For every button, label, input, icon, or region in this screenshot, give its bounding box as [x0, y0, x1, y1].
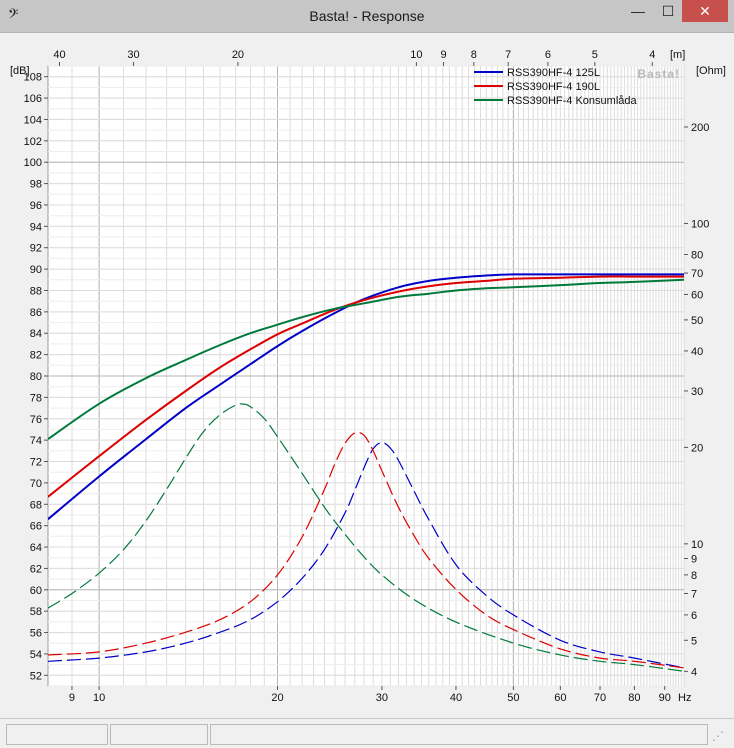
y-left-tick-label: 54: [30, 649, 42, 661]
x-top-tick-label: 7: [505, 49, 511, 61]
x-bottom-tick-label: 10: [93, 692, 105, 704]
minimize-button[interactable]: —: [624, 0, 652, 22]
y-left-tick-label: 80: [30, 371, 42, 383]
y-left-tick-label: 84: [30, 328, 42, 340]
y-right-tick-label: 4: [691, 666, 697, 678]
x-bottom-tick-label: 9: [69, 692, 75, 704]
y-left-tick-label: 58: [30, 606, 42, 618]
status-cell-1: [6, 724, 108, 745]
x-bottom-tick-label: 50: [507, 692, 519, 704]
y-right-tick-label: 7: [691, 588, 697, 600]
status-bar: ⋰: [0, 718, 734, 748]
x-bottom-tick-label: 40: [450, 692, 462, 704]
x-bottom-tick-label: 60: [554, 692, 566, 704]
x-top-axis-label: [m]: [670, 49, 685, 61]
legend-entry: RSS390HF-4 190L: [507, 81, 600, 93]
y-right-tick-label: 9: [691, 553, 697, 565]
y-left-tick-label: 66: [30, 521, 42, 533]
y-left-tick-label: 56: [30, 628, 42, 640]
y-right-tick-label: 8: [691, 570, 697, 582]
x-top-tick-label: 40: [53, 49, 65, 61]
y-right-tick-label: 5: [691, 635, 697, 647]
y-right-tick-label: 10: [691, 539, 703, 551]
app-window: 𝄢 Basta! - Response — ☐ ✕ 52 54 56 58 60 62 64…: [0, 0, 734, 748]
y-right-tick-label: 60: [691, 290, 703, 302]
y-left-tick-label: 106: [24, 93, 42, 105]
x-bottom-tick-label: 20: [271, 692, 283, 704]
maximize-button[interactable]: ☐: [654, 0, 682, 22]
close-button[interactable]: ✕: [682, 0, 728, 22]
x-top-tick-label: 8: [471, 49, 477, 61]
y-left-tick-label: 68: [30, 499, 42, 511]
y-right-tick-label: 200: [691, 122, 709, 134]
y-left-tick-label: 94: [30, 221, 42, 233]
y-left-axis-label: [dB]: [10, 65, 30, 77]
x-top-tick-label: 20: [232, 49, 244, 61]
title-bar[interactable]: 𝄢 Basta! - Response — ☐ ✕: [0, 0, 734, 33]
y-left-tick-label: 88: [30, 285, 42, 297]
y-left-tick-label: 90: [30, 264, 42, 276]
x-bottom-tick-label: 30: [376, 692, 388, 704]
legend-entry: RSS390HF-4 125L: [507, 67, 600, 79]
y-right-tick-label: 6: [691, 610, 697, 622]
x-bottom-tick-label: 90: [659, 692, 671, 704]
x-bottom-tick-label: 70: [594, 692, 606, 704]
x-bottom-tick-label: 80: [628, 692, 640, 704]
x-top-tick-label: 4: [649, 49, 655, 61]
y-left-tick-label: 52: [30, 670, 42, 682]
plot-frame: 52 54 56 58 60 62 64 66 68 70 72 74 76 78 80 82 84 86 88 90…: [0, 33, 734, 718]
y-left-tick-label: 64: [30, 542, 42, 554]
status-cell-3: [210, 724, 708, 745]
y-right-tick-label: 50: [691, 315, 703, 327]
y-left-tick-label: 74: [30, 435, 42, 447]
y-right-axis-label: [Ohm]: [696, 65, 726, 77]
resize-grip-icon[interactable]: ⋰: [712, 729, 724, 743]
x-top-tick-label: 9: [440, 49, 446, 61]
y-right-tick-label: 30: [691, 386, 703, 398]
y-left-tick-label: 104: [24, 114, 42, 126]
y-left-tick-label: 70: [30, 478, 42, 490]
y-left-tick-label: 60: [30, 585, 42, 597]
y-left-tick-label: 78: [30, 392, 42, 404]
watermark: Basta!: [637, 67, 680, 81]
y-left-tick-label: 82: [30, 350, 42, 362]
y-right-tick-label: 40: [691, 346, 703, 358]
x-top-tick-label: 30: [127, 49, 139, 61]
x-top-tick-label: 6: [545, 49, 551, 61]
y-right-tick-label: 20: [691, 442, 703, 454]
y-right-tick-label: 70: [691, 268, 703, 280]
y-left-tick-label: 100: [24, 157, 42, 169]
x-top-tick-label: 10: [410, 49, 422, 61]
y-left-tick-label: 86: [30, 307, 42, 319]
y-left-tick-label: 76: [30, 414, 42, 426]
x-bottom-axis-label: Hz: [678, 692, 691, 704]
y-left-tick-label: 72: [30, 457, 42, 469]
y-left-tick-label: 92: [30, 243, 42, 255]
y-left-tick-label: 96: [30, 200, 42, 212]
y-right-tick-label: 80: [691, 249, 703, 261]
legend-entry: RSS390HF-4 Konsumlåda: [507, 95, 638, 107]
y-left-tick-label: 62: [30, 563, 42, 575]
response-chart[interactable]: 5254565860626466687072747678808284868890…: [0, 33, 734, 718]
y-left-tick-label: 98: [30, 179, 42, 191]
status-cell-2: [110, 724, 208, 745]
y-right-tick-label: 100: [691, 218, 709, 230]
x-top-tick-label: 5: [592, 49, 598, 61]
y-left-tick-label: 102: [24, 136, 42, 148]
